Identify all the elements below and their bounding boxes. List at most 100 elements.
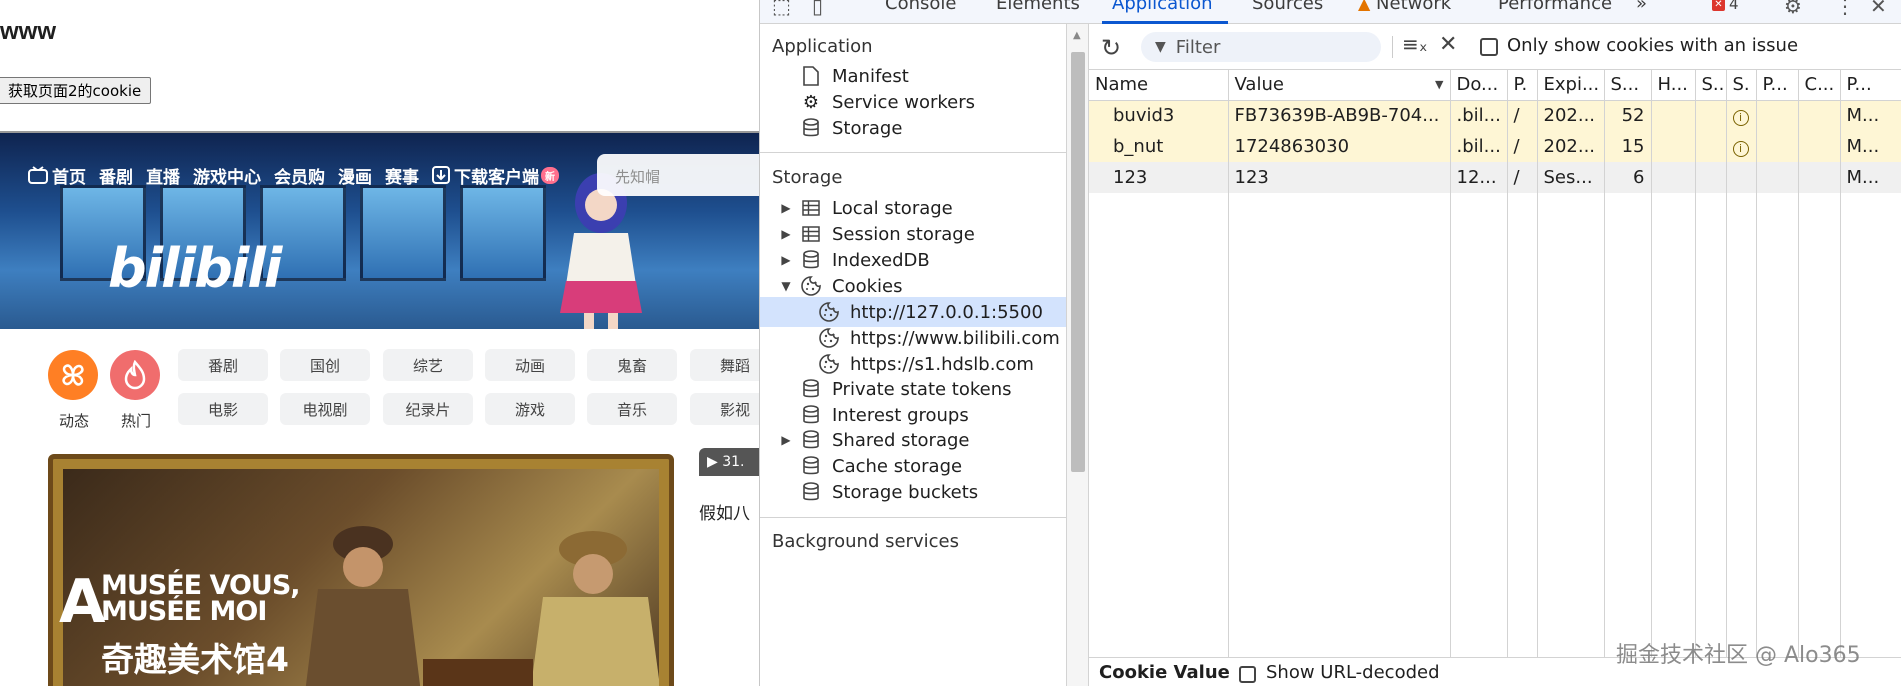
database-icon [800, 481, 822, 503]
filter-funnel-icon: ▼ [1155, 39, 1166, 55]
cell-path: / [1507, 162, 1538, 193]
category-item[interactable]: 番剧 [178, 349, 268, 381]
gear-icon[interactable]: ⚙ [1784, 0, 1802, 18]
cell-name: buvid3 [1089, 100, 1229, 131]
column-header-secure[interactable]: S... [1695, 70, 1727, 101]
nav-anime[interactable]: 番剧 [99, 163, 133, 188]
info-icon[interactable]: i [1732, 110, 1749, 127]
get-cookie-button[interactable]: 获取页面2的cookie [0, 77, 152, 104]
cell-domain: 12... [1450, 162, 1508, 193]
sidebar-item-storage[interactable]: Storage [800, 113, 902, 143]
close-icon[interactable]: ✕ [1870, 0, 1887, 18]
category-item[interactable]: 游戏 [485, 393, 575, 425]
column-header-samesite[interactable]: S. [1726, 70, 1757, 101]
column-header-path[interactable]: P. [1507, 70, 1538, 101]
show-url-decoded-checkbox[interactable] [1239, 666, 1256, 683]
info-icon[interactable]: i [1732, 141, 1749, 157]
scrollbar-thumb[interactable] [1071, 52, 1085, 472]
gears-icon: ⚙ [802, 91, 820, 113]
column-header-expires[interactable]: Expi... [1537, 70, 1605, 101]
nav-home[interactable]: 首页 [28, 163, 86, 188]
table-row[interactable]: b_nut 1724863030 .bil... / 202... 15 i M… [1089, 131, 1901, 162]
inspect-element-icon[interactable]: ⬚ [772, 0, 791, 18]
nav-manga[interactable]: 漫画 [338, 163, 372, 188]
featured-video-thumbnail[interactable]: A MUSÉE VOUS, MUSÉE MOI 奇趣美术馆4 [48, 454, 674, 686]
cell-path: / [1507, 131, 1538, 162]
bilibili-search-input[interactable]: 先知帽 [597, 154, 759, 196]
video-title-cn: 奇趣美术馆4 [101, 640, 289, 679]
nav-download[interactable]: 下载客户端 新 [432, 163, 559, 188]
cell-samesite: i [1726, 131, 1757, 162]
quick-link-hot[interactable]: 热门 [110, 350, 162, 431]
quick-link-dynamic[interactable]: 动态 [48, 350, 100, 431]
tab-network[interactable]: ▲ Network [1358, 0, 1451, 14]
sidebar-scrollbar[interactable]: ▲ [1067, 24, 1089, 686]
tab-sources[interactable]: Sources [1252, 0, 1323, 14]
nav-esports[interactable]: 赛事 [385, 163, 419, 188]
side-video-play-count: ▶ 31. [699, 448, 759, 476]
tab-application[interactable]: Application [1112, 0, 1213, 14]
cell-path: / [1507, 100, 1538, 131]
category-item[interactable]: 国创 [280, 349, 370, 381]
only-issues-checkbox[interactable] [1480, 38, 1498, 56]
nav-game-center[interactable]: 游戏中心 [193, 163, 261, 188]
table-row[interactable]: buvid3 FB73639B-AB9B-704... .bil... / 20… [1089, 100, 1901, 131]
expand-arrow-icon[interactable]: ▶ [778, 227, 794, 241]
sidebar-item-storage-buckets[interactable]: Storage buckets [800, 477, 978, 507]
devtools-tab-bar: ⬚ ▯ Console Elements Application Sources… [760, 0, 1901, 24]
column-header-priority[interactable]: P... [1840, 70, 1901, 101]
expand-arrow-icon[interactable]: ▶ [778, 201, 794, 215]
category-item[interactable]: 电影 [178, 393, 268, 425]
column-header-cross-site[interactable]: C... [1798, 70, 1841, 101]
column-header-size[interactable]: S... [1604, 70, 1652, 101]
expand-arrow-icon[interactable]: ▶ [778, 253, 794, 267]
tab-console[interactable]: Console [885, 0, 956, 14]
nav-label: 下载客户端 [454, 167, 539, 188]
table-icon [800, 197, 822, 219]
category-item[interactable]: 电视剧 [280, 393, 370, 425]
more-tabs-icon[interactable]: » [1636, 0, 1647, 14]
bilibili-logo[interactable]: bilibili [108, 237, 282, 300]
device-toolbar-icon[interactable]: ▯ [812, 0, 823, 18]
side-video-title[interactable]: 假如八 [699, 499, 750, 524]
cookie-icon [818, 353, 840, 375]
tab-performance[interactable]: Performance [1498, 0, 1612, 14]
category-item[interactable]: 舞蹈 [690, 349, 759, 381]
table-header-row: Name Value ▼ Do... P. Expi... S... H... S… [1089, 70, 1901, 101]
refresh-icon[interactable]: ↻ [1101, 34, 1121, 62]
banner-window [360, 185, 446, 281]
video-title-line2: MUSÉE MOI [101, 596, 267, 627]
section-title-application: Application [772, 36, 873, 57]
category-item[interactable]: 影视 [690, 393, 759, 425]
expand-arrow-icon[interactable]: ▶ [778, 433, 794, 447]
column-header-value[interactable]: Value ▼ [1228, 70, 1451, 101]
column-header-name[interactable]: Name [1089, 70, 1229, 101]
error-counter[interactable]: ✕ 4 [1712, 0, 1739, 13]
cell-secure [1695, 100, 1727, 131]
column-header-partition-key[interactable]: P... [1756, 70, 1799, 101]
sidebar-item-label: https://www.bilibili.com [850, 327, 1060, 349]
sidebar-item-label: Storage buckets [832, 481, 979, 503]
scroll-up-arrow-icon[interactable]: ▲ [1073, 30, 1081, 41]
sidebar-item-label: Manifest [832, 65, 909, 87]
column-header-httponly[interactable]: H... [1651, 70, 1696, 101]
banner-character-image [560, 173, 642, 329]
collapse-arrow-icon[interactable]: ▼ [778, 279, 794, 293]
nav-live[interactable]: 直播 [146, 163, 180, 188]
column-header-domain[interactable]: Do... [1450, 70, 1508, 101]
more-options-icon[interactable]: ⋮ [1835, 0, 1855, 18]
nav-vip-shop[interactable]: 会员购 [274, 163, 325, 188]
clear-all-cookies-icon[interactable]: ✕ [1439, 32, 1457, 57]
category-item[interactable]: 动画 [485, 349, 575, 381]
category-item[interactable]: 纪录片 [383, 393, 473, 425]
category-item[interactable]: 综艺 [383, 349, 473, 381]
filter-input[interactable]: ▼ Filter [1141, 32, 1381, 62]
section-title-background-services: Background services [772, 531, 959, 552]
clear-filtered-cookies-icon[interactable]: ≡ₓ [1402, 32, 1428, 56]
category-item[interactable]: 鬼畜 [587, 349, 677, 381]
tab-elements[interactable]: Elements [996, 0, 1080, 14]
table-row[interactable]: 123 123 12... / Ses... 6 M... [1089, 162, 1901, 193]
cell-expires: 202... [1537, 100, 1605, 131]
category-item[interactable]: 音乐 [587, 393, 677, 425]
cell-value: FB73639B-AB9B-704... [1228, 100, 1451, 131]
